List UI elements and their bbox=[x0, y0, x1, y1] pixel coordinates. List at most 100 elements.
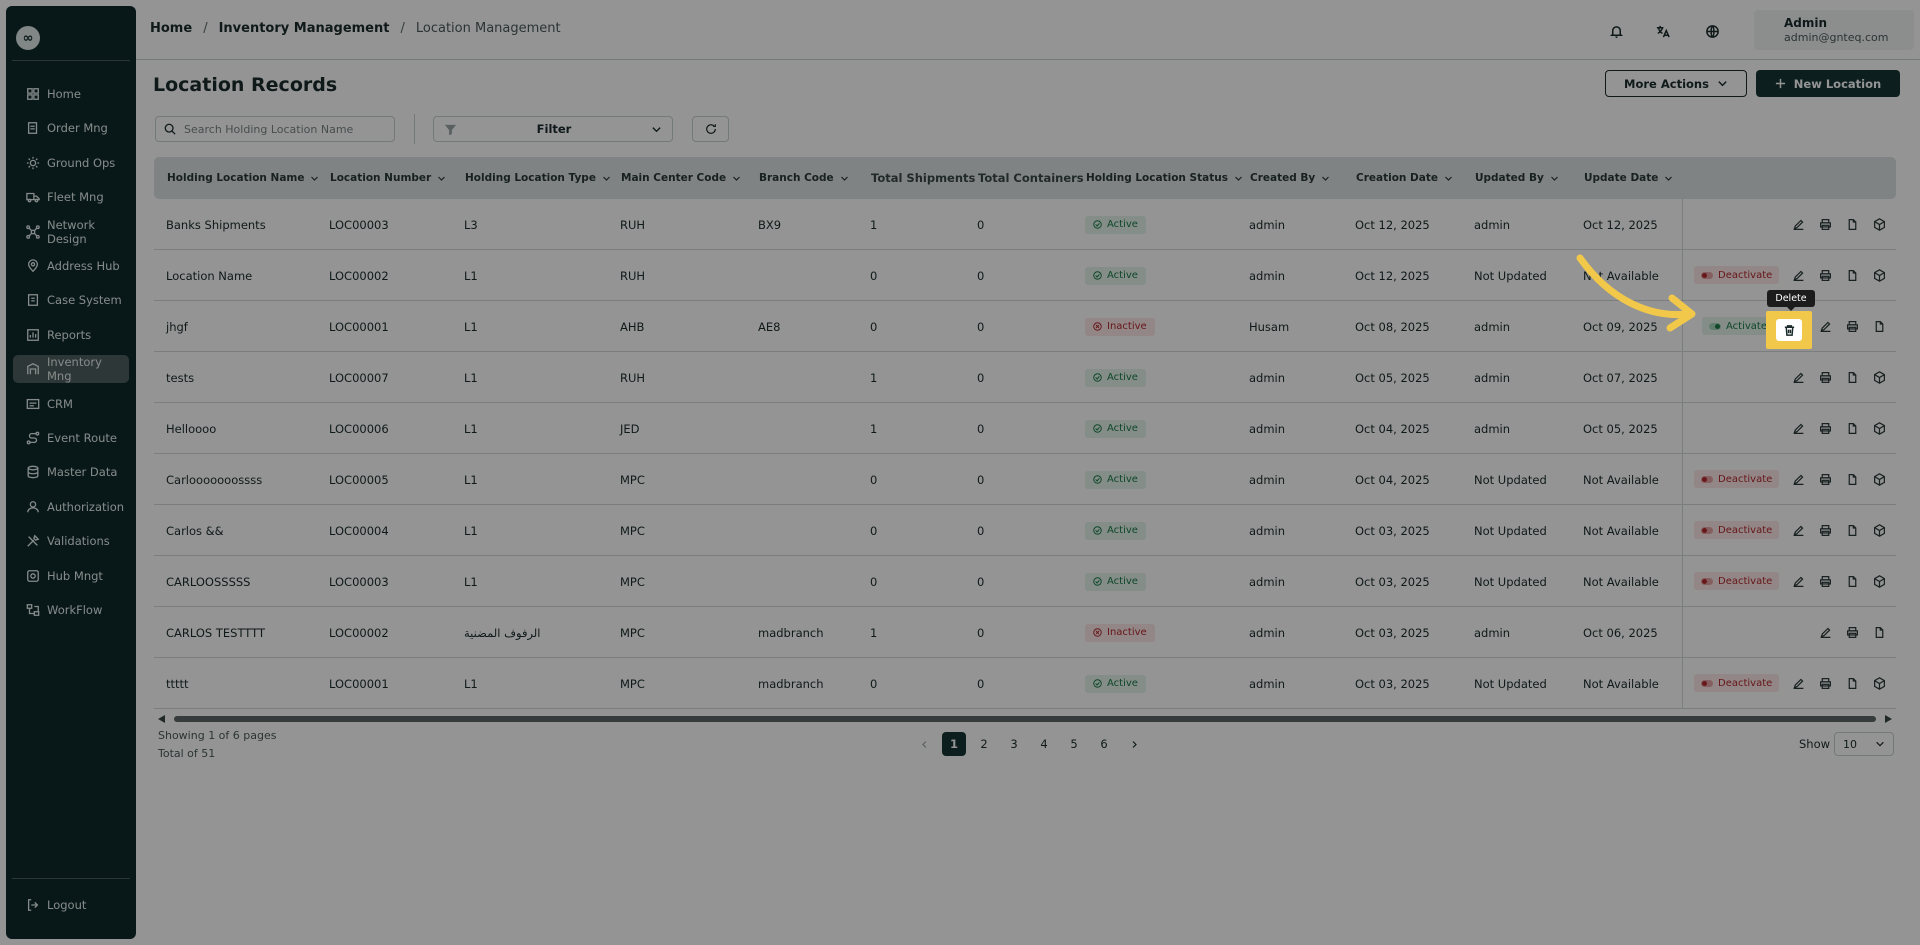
package-button[interactable] bbox=[1871, 573, 1887, 589]
prev-page-button[interactable] bbox=[912, 732, 936, 756]
table-row[interactable]: Carlooooooossss LOC00005 L1 MPC 0 0 Active admi… bbox=[154, 454, 1896, 505]
package-button[interactable] bbox=[1871, 675, 1887, 691]
edit-button[interactable] bbox=[1790, 420, 1806, 436]
edit-button[interactable] bbox=[1790, 522, 1806, 538]
print-button[interactable] bbox=[1817, 471, 1833, 487]
sidebar-item-fleet-mng[interactable]: Fleet Mng bbox=[13, 183, 129, 211]
document-button[interactable] bbox=[1844, 573, 1860, 589]
sidebar-item-home[interactable]: Home bbox=[13, 80, 129, 108]
document-button[interactable] bbox=[1871, 318, 1887, 334]
sidebar-item-validations[interactable]: Validations bbox=[13, 527, 129, 555]
page-button-2[interactable]: 2 bbox=[972, 732, 996, 756]
print-button[interactable] bbox=[1817, 420, 1833, 436]
print-button[interactable] bbox=[1817, 675, 1833, 691]
edit-button[interactable] bbox=[1790, 573, 1806, 589]
document-button[interactable] bbox=[1844, 216, 1860, 232]
column-header-update-date[interactable]: Update Date bbox=[1584, 157, 1673, 199]
column-header-updated-by[interactable]: Updated By bbox=[1475, 157, 1559, 199]
column-header-main-center-code[interactable]: Main Center Code bbox=[621, 157, 741, 199]
user-menu[interactable]: Admin admin@gnteq.com bbox=[1754, 10, 1914, 50]
edit-button[interactable] bbox=[1790, 471, 1806, 487]
scroll-left-icon[interactable] bbox=[158, 715, 165, 723]
horizontal-scrollbar[interactable] bbox=[158, 715, 1892, 723]
document-button[interactable] bbox=[1844, 522, 1860, 538]
print-button[interactable] bbox=[1817, 369, 1833, 385]
column-header-holding-location-status[interactable]: Holding Location Status bbox=[1086, 157, 1243, 199]
edit-button[interactable] bbox=[1817, 318, 1833, 334]
document-button[interactable] bbox=[1844, 420, 1860, 436]
page-button-5[interactable]: 5 bbox=[1062, 732, 1086, 756]
search-input[interactable] bbox=[184, 122, 384, 136]
print-button[interactable] bbox=[1817, 573, 1833, 589]
sidebar-item-inventory-mng[interactable]: Inventory Mng bbox=[13, 355, 129, 384]
deactivate-toggle[interactable]: Deactivate bbox=[1694, 470, 1780, 488]
app-logo[interactable]: ∞ bbox=[16, 26, 40, 50]
table-row[interactable]: Banks Shipments LOC00003 L3 RUH BX9 1 0 Active a… bbox=[154, 199, 1896, 250]
page-button-6[interactable]: 6 bbox=[1092, 732, 1116, 756]
page-size-select[interactable]: 10 bbox=[1834, 732, 1894, 756]
sidebar-item-workflow[interactable]: WorkFlow bbox=[13, 596, 129, 624]
sidebar-item-crm[interactable]: CRM bbox=[13, 390, 129, 418]
filter-dropdown[interactable]: Filter bbox=[433, 116, 673, 142]
breadcrumb-inventory[interactable]: Inventory Management bbox=[219, 21, 390, 36]
column-header-created-by[interactable]: Created By bbox=[1250, 157, 1330, 199]
document-button[interactable] bbox=[1844, 471, 1860, 487]
print-button[interactable] bbox=[1844, 624, 1860, 640]
deactivate-toggle[interactable]: Deactivate bbox=[1694, 266, 1780, 284]
page-button-4[interactable]: 4 bbox=[1032, 732, 1056, 756]
activate-toggle[interactable]: Activate bbox=[1702, 317, 1774, 335]
next-page-button[interactable] bbox=[1122, 732, 1146, 756]
logout-button[interactable]: Logout bbox=[13, 891, 129, 919]
column-header-creation-date[interactable]: Creation Date bbox=[1356, 157, 1453, 199]
package-button[interactable] bbox=[1871, 420, 1887, 436]
breadcrumb-home[interactable]: Home bbox=[150, 21, 192, 36]
edit-button[interactable] bbox=[1790, 216, 1806, 232]
column-header-holding-location-type[interactable]: Holding Location Type bbox=[465, 157, 611, 199]
table-row[interactable]: ttttt LOC00001 L1 MPC madbranch 0 0 Active admin… bbox=[154, 658, 1896, 709]
column-header-holding-location-name[interactable]: Holding Location Name bbox=[167, 157, 319, 199]
deactivate-toggle[interactable]: Deactivate bbox=[1694, 674, 1780, 692]
sidebar-item-master-data[interactable]: Master Data bbox=[13, 458, 129, 486]
document-button[interactable] bbox=[1844, 675, 1860, 691]
deactivate-toggle[interactable]: Deactivate bbox=[1694, 521, 1780, 539]
table-row[interactable]: CARLOS TESTTTT LOC00002 الرفوف المضنية MPC m… bbox=[154, 607, 1896, 658]
table-row[interactable]: Carlos && LOC00004 L1 MPC 0 0 Active admin Oct 0… bbox=[154, 505, 1896, 556]
sidebar-item-address-hub[interactable]: Address Hub bbox=[13, 252, 129, 280]
print-button[interactable] bbox=[1817, 267, 1833, 283]
sidebar-item-ground-ops[interactable]: Ground Ops bbox=[13, 149, 129, 177]
sidebar-item-hub-mngt[interactable]: Hub Mngt bbox=[13, 562, 129, 590]
package-button[interactable] bbox=[1871, 267, 1887, 283]
print-button[interactable] bbox=[1817, 522, 1833, 538]
delete-button-highlighted[interactable] bbox=[1776, 319, 1802, 341]
print-button[interactable] bbox=[1817, 216, 1833, 232]
edit-button[interactable] bbox=[1817, 624, 1833, 640]
edit-button[interactable] bbox=[1790, 267, 1806, 283]
more-actions-button[interactable]: More Actions bbox=[1605, 70, 1747, 97]
scrollbar-thumb[interactable] bbox=[174, 716, 1876, 722]
table-row[interactable]: Helloooo LOC00006 L1 JED 1 0 Active admin Oct 04… bbox=[154, 403, 1896, 454]
table-row[interactable]: tests LOC00007 L1 RUH 1 0 Active admin Oct 05, 2… bbox=[154, 352, 1896, 403]
sidebar-item-case-system[interactable]: Case System bbox=[13, 286, 129, 314]
print-button[interactable] bbox=[1844, 318, 1860, 334]
sidebar-item-reports[interactable]: Reports bbox=[13, 321, 129, 349]
package-button[interactable] bbox=[1871, 522, 1887, 538]
new-location-button[interactable]: New Location bbox=[1756, 70, 1900, 97]
sidebar-item-order-mng[interactable]: Order Mng bbox=[13, 114, 129, 142]
package-button[interactable] bbox=[1871, 216, 1887, 232]
page-button-3[interactable]: 3 bbox=[1002, 732, 1026, 756]
deactivate-toggle[interactable]: Deactivate bbox=[1694, 572, 1780, 590]
sidebar-item-event-route[interactable]: Event Route bbox=[13, 424, 129, 452]
language-button[interactable] bbox=[1697, 16, 1727, 46]
document-button[interactable] bbox=[1844, 369, 1860, 385]
package-button[interactable] bbox=[1871, 369, 1887, 385]
scroll-right-icon[interactable] bbox=[1885, 715, 1892, 723]
sidebar-item-network-design[interactable]: Network Design bbox=[13, 218, 129, 246]
column-header-branch-code[interactable]: Branch Code bbox=[759, 157, 849, 199]
edit-button[interactable] bbox=[1790, 675, 1806, 691]
column-header-location-number[interactable]: Location Number bbox=[330, 157, 446, 199]
sidebar-item-authorization[interactable]: Authorization bbox=[13, 493, 129, 521]
table-row[interactable]: CARLOOSSSSS LOC00003 L1 MPC 0 0 Active admin Oct… bbox=[154, 556, 1896, 607]
package-button[interactable] bbox=[1871, 471, 1887, 487]
refresh-button[interactable] bbox=[692, 116, 729, 142]
document-button[interactable] bbox=[1844, 267, 1860, 283]
